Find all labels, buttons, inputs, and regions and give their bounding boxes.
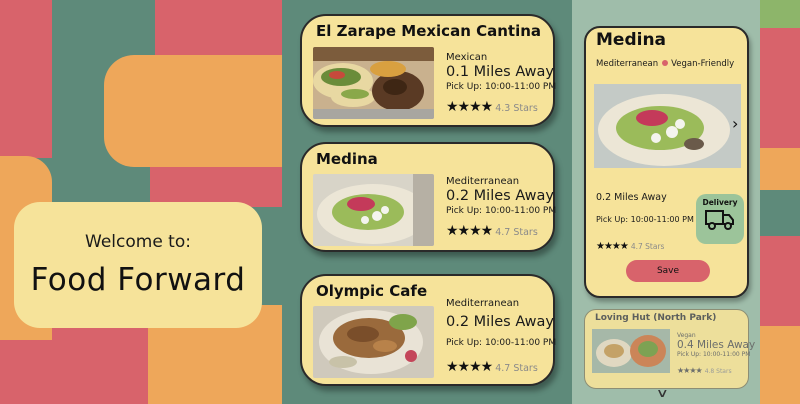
welcome-intro: Welcome to: (85, 232, 191, 252)
rating-text: 4.3 Stars (495, 103, 538, 114)
star-icons: ★★★★ (446, 99, 493, 115)
rating-text: 4.7 Stars (495, 227, 538, 238)
decor-shape (760, 28, 800, 148)
detail-photo (594, 84, 741, 168)
pickup-time: Pick Up: 10:00-11:00 PM (677, 351, 751, 358)
restaurant-info: Vegan 0.4 Miles Away Pick Up: 10:00-11:0… (677, 332, 755, 377)
decor-shape (104, 55, 282, 167)
restaurant-photo (313, 306, 434, 378)
tag-dot-icon (662, 60, 669, 66)
rating-text: 4.7 Stars (630, 242, 665, 251)
decor-shape (0, 0, 52, 158)
restaurant-photo (313, 47, 434, 119)
delivery-label: Delivery (702, 198, 738, 207)
rating-row: ★★★★ 4.7 Stars (596, 234, 664, 253)
truck-icon (705, 210, 734, 230)
decor-shape (760, 148, 800, 190)
restaurant-photo (313, 174, 434, 246)
restaurant-name: El Zarape Mexican Cantina (316, 22, 542, 40)
rating-row: ★★★★ 4.3 Stars (446, 96, 549, 115)
welcome-card: Welcome to: Food Forward (14, 202, 262, 328)
restaurant-card[interactable]: Olympic Cafe Mediterranean 0.2 Miles Awa… (300, 274, 557, 386)
next-screen-edge (760, 0, 800, 404)
cuisine-label: Mexican (446, 52, 488, 63)
decor-shape (760, 236, 800, 326)
star-icons: ★★★★ (596, 241, 629, 252)
welcome-screen: Welcome to: Food Forward (0, 0, 282, 404)
restaurant-name: Olympic Cafe (316, 282, 428, 300)
distance-label: 0.1 Miles Away (446, 64, 554, 80)
salad-photo (313, 174, 434, 246)
distance-label: 0.2 Miles Away (596, 192, 667, 203)
rating-text: 4.8 Stars (704, 368, 732, 375)
pickup-time: Pick Up: 10:00-11:00 PM (446, 206, 557, 216)
restaurant-card[interactable]: Loving Hut (North Park) Vegan 0.4 Miles … (584, 309, 755, 389)
distance-label: 0.2 Miles Away (446, 188, 554, 204)
distance-label: 0.4 Miles Away (677, 339, 756, 351)
restaurant-list-screen: El Zarape Mexican Cantina Mexican 0.1 Mi… (282, 0, 572, 404)
restaurant-detail-screen: Medina Mediterranean Vegan-Friendly › 0.2… (572, 0, 760, 404)
restaurant-name: Medina (316, 150, 378, 168)
restaurant-photo (592, 329, 670, 373)
star-icons: ★★★★ (677, 366, 703, 375)
tacos-photo (313, 47, 434, 119)
cuisine-label: Mediterranean (446, 298, 520, 309)
save-button[interactable]: Save (626, 260, 710, 282)
rating-row: ★★★★ 4.8 Stars (677, 358, 755, 377)
chevron-down-icon[interactable]: ∨ (656, 386, 669, 400)
pickup-time: Pick Up: 10:00-11:00 PM (596, 215, 694, 224)
distance-label: 0.2 Miles Away (446, 314, 554, 330)
app-name: Food Forward (30, 262, 246, 298)
chevron-right-icon[interactable]: › (732, 114, 738, 133)
cuisine-tag: Mediterranean (596, 59, 659, 69)
star-icons: ★★★★ (446, 359, 493, 375)
gyro-photo (313, 306, 434, 378)
restaurant-info: Mexican 0.1 Miles Away Pick Up: 10:00-11… (446, 52, 557, 115)
rating-row: ★★★★ 4.7 Stars (446, 220, 549, 239)
cuisine-label: Mediterranean (446, 176, 520, 187)
rating-row: ★★★★ 4.7 Stars (446, 356, 549, 375)
decor-shape (760, 0, 800, 28)
diet-tag: Vegan-Friendly (671, 59, 735, 69)
cuisine-label: Vegan (677, 332, 696, 339)
pickup-time: Pick Up: 10:00-11:00 PM (446, 82, 557, 92)
salad-photo (594, 84, 741, 168)
star-icons: ★★★★ (446, 223, 493, 239)
detail-title: Medina (596, 30, 667, 50)
decor-shape (0, 340, 52, 404)
restaurant-card[interactable]: El Zarape Mexican Cantina Mexican 0.1 Mi… (300, 14, 557, 127)
rating-text: 4.7 Stars (495, 363, 538, 374)
decor-shape (155, 0, 282, 55)
bowl-photo (592, 329, 670, 373)
detail-card: Medina Mediterranean Vegan-Friendly › 0.2… (584, 26, 749, 298)
decor-shape (760, 326, 800, 404)
restaurant-info: Mediterranean 0.2 Miles Away Pick Up: 10… (446, 176, 557, 239)
decor-shape (150, 167, 282, 207)
restaurant-name: Loving Hut (North Park) (595, 313, 717, 323)
restaurant-card[interactable]: Medina Mediterranean 0.2 Miles Away Pick… (300, 142, 557, 252)
detail-tags: Mediterranean Vegan-Friendly (596, 59, 734, 69)
pickup-time: Pick Up: 10:00-11:00 PM (446, 338, 557, 348)
delivery-button[interactable]: Delivery (696, 194, 744, 244)
restaurant-info: Mediterranean 0.2 Miles Away Pick Up: 10… (446, 298, 557, 375)
